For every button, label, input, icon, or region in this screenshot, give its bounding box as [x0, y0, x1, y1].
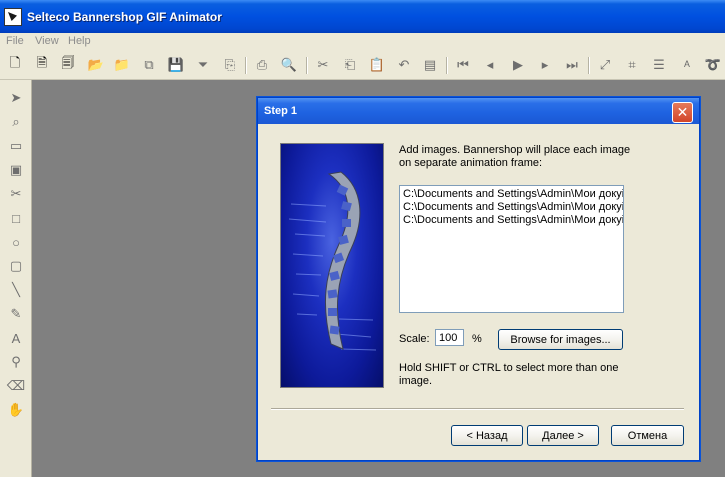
scale-input[interactable]: 100 [435, 329, 464, 346]
new-template-icon[interactable]: 🗐 [59, 55, 77, 74]
menu-file[interactable]: File [6, 35, 24, 47]
text-tool-icon[interactable]: ᴬ [678, 56, 696, 74]
export-icon[interactable]: ⎘ [221, 56, 239, 74]
cut-icon[interactable]: ✂ [314, 56, 332, 74]
next-button[interactable]: Далее > [527, 425, 599, 446]
browse-for-images-button[interactable]: Browse for images... [498, 329, 623, 350]
next-frame-icon[interactable]: ▸ [536, 56, 554, 74]
prev-frame-icon[interactable]: ◂ [481, 56, 499, 74]
scissors-tool-icon[interactable]: ✂ [6, 184, 26, 204]
image-file-list[interactable]: C:\Documents and Settings\Admin\Мои доку… [399, 185, 624, 313]
window-title-bar[interactable]: Selteco Bannershop GIF Animator [0, 0, 725, 33]
toolbar-separator [588, 57, 590, 74]
tools-panel: ➤ ⌕ ▭ ▣ ✂ □ ○ ▢ ╲ ✎ A ⚲ ⌫ ✋ [0, 80, 32, 477]
copy-icon[interactable]: ⎗ [341, 56, 359, 74]
menu-view[interactable]: View [35, 35, 59, 47]
toolbar-separator [245, 57, 247, 74]
list-item[interactable]: C:\Documents and Settings\Admin\Мои доку… [403, 201, 623, 214]
ellipse-tool-icon[interactable]: ○ [6, 232, 26, 252]
cancel-button[interactable]: Отмена [611, 425, 684, 446]
filter-icon[interactable]: ⏷ [194, 56, 212, 74]
crop-icon[interactable]: ⌗ [623, 56, 641, 74]
lasso-icon[interactable]: ➰ [704, 56, 722, 74]
rounded-rect-tool-icon[interactable]: ▢ [6, 256, 26, 276]
copy-frames-icon[interactable]: ⧉ [140, 56, 158, 74]
image-tool-icon[interactable]: ▣ [6, 160, 26, 180]
selection-hint: Hold SHIFT or CTRL to select more than o… [399, 362, 619, 387]
film-strip-illustration [280, 143, 384, 388]
print-preview-icon[interactable]: 🔍 [280, 56, 298, 74]
window-title: Selteco Bannershop GIF Animator [27, 10, 222, 24]
print-icon[interactable]: ⎙ [253, 56, 271, 74]
play-icon[interactable]: ▶ [509, 56, 527, 74]
paste-icon[interactable]: 📋 [368, 56, 386, 74]
film-strip-icon [288, 171, 377, 351]
app-icon [4, 8, 22, 26]
first-frame-icon[interactable]: ⏮ [454, 56, 472, 74]
new-doc-icon[interactable]: 🗋 [6, 55, 24, 74]
rectangle-tool-icon[interactable]: □ [6, 208, 26, 228]
close-icon[interactable]: ✕ [672, 102, 693, 123]
layers-icon[interactable]: ☰ [650, 56, 668, 74]
list-item[interactable]: C:\Documents and Settings\Admin\Мои доку… [403, 214, 623, 227]
zoom-tool-icon[interactable]: ⌕ [6, 112, 26, 132]
new-wizard-icon[interactable]: 🗎 [33, 55, 51, 74]
save-icon[interactable]: 💾 [167, 56, 185, 74]
toolbar-separator [306, 57, 308, 74]
last-frame-icon[interactable]: ⏭ [563, 56, 581, 74]
hand-tool-icon[interactable]: ✋ [6, 400, 26, 420]
frames-icon[interactable]: ▤ [421, 56, 439, 74]
pencil-tool-icon[interactable]: ✎ [6, 304, 26, 324]
undo-icon[interactable]: ↶ [395, 56, 413, 74]
menu-bar: File View Help [0, 33, 725, 52]
toolbar: 🗋 🗎 🗐 📂 📁 ⧉ 💾 ⏷ ⎘ ⎙ 🔍 ✂ ⎗ 📋 ↶ ▤ ⏮ ◂ ▶ ▸ ⏭ ⤢ ⌗ ☰ ᴬ ➰ [0, 52, 725, 80]
back-button[interactable]: < Назад [451, 425, 523, 446]
text-tool-icon[interactable]: A [6, 328, 26, 348]
instructions-text: Add images. Bannershop will place each i… [399, 144, 631, 169]
toolbar-separator [446, 57, 448, 74]
eyedropper-tool-icon[interactable]: ⚲ [6, 352, 26, 372]
fit-icon[interactable]: ⤢ [596, 56, 614, 74]
menu-help[interactable]: Help [68, 35, 91, 47]
list-item[interactable]: C:\Documents and Settings\Admin\Мои доку… [403, 188, 623, 201]
percent-label: % [472, 333, 482, 345]
open-folder-icon[interactable]: 📂 [87, 56, 105, 74]
dialog-title: Step 1 [264, 105, 298, 117]
dialog-title-bar[interactable]: Step 1 ✕ [258, 98, 699, 124]
arrow-tool-icon[interactable]: ➤ [6, 88, 26, 108]
open-green-folder-icon[interactable]: 📁 [113, 56, 131, 74]
scale-label: Scale: [399, 333, 430, 345]
divider [271, 408, 684, 410]
eraser-tool-icon[interactable]: ⌫ [6, 376, 26, 396]
line-tool-icon[interactable]: ╲ [6, 280, 26, 300]
frame-tool-icon[interactable]: ▭ [6, 136, 26, 156]
step-dialog: Step 1 ✕ Add images. Bannershop will pla… [257, 97, 700, 461]
